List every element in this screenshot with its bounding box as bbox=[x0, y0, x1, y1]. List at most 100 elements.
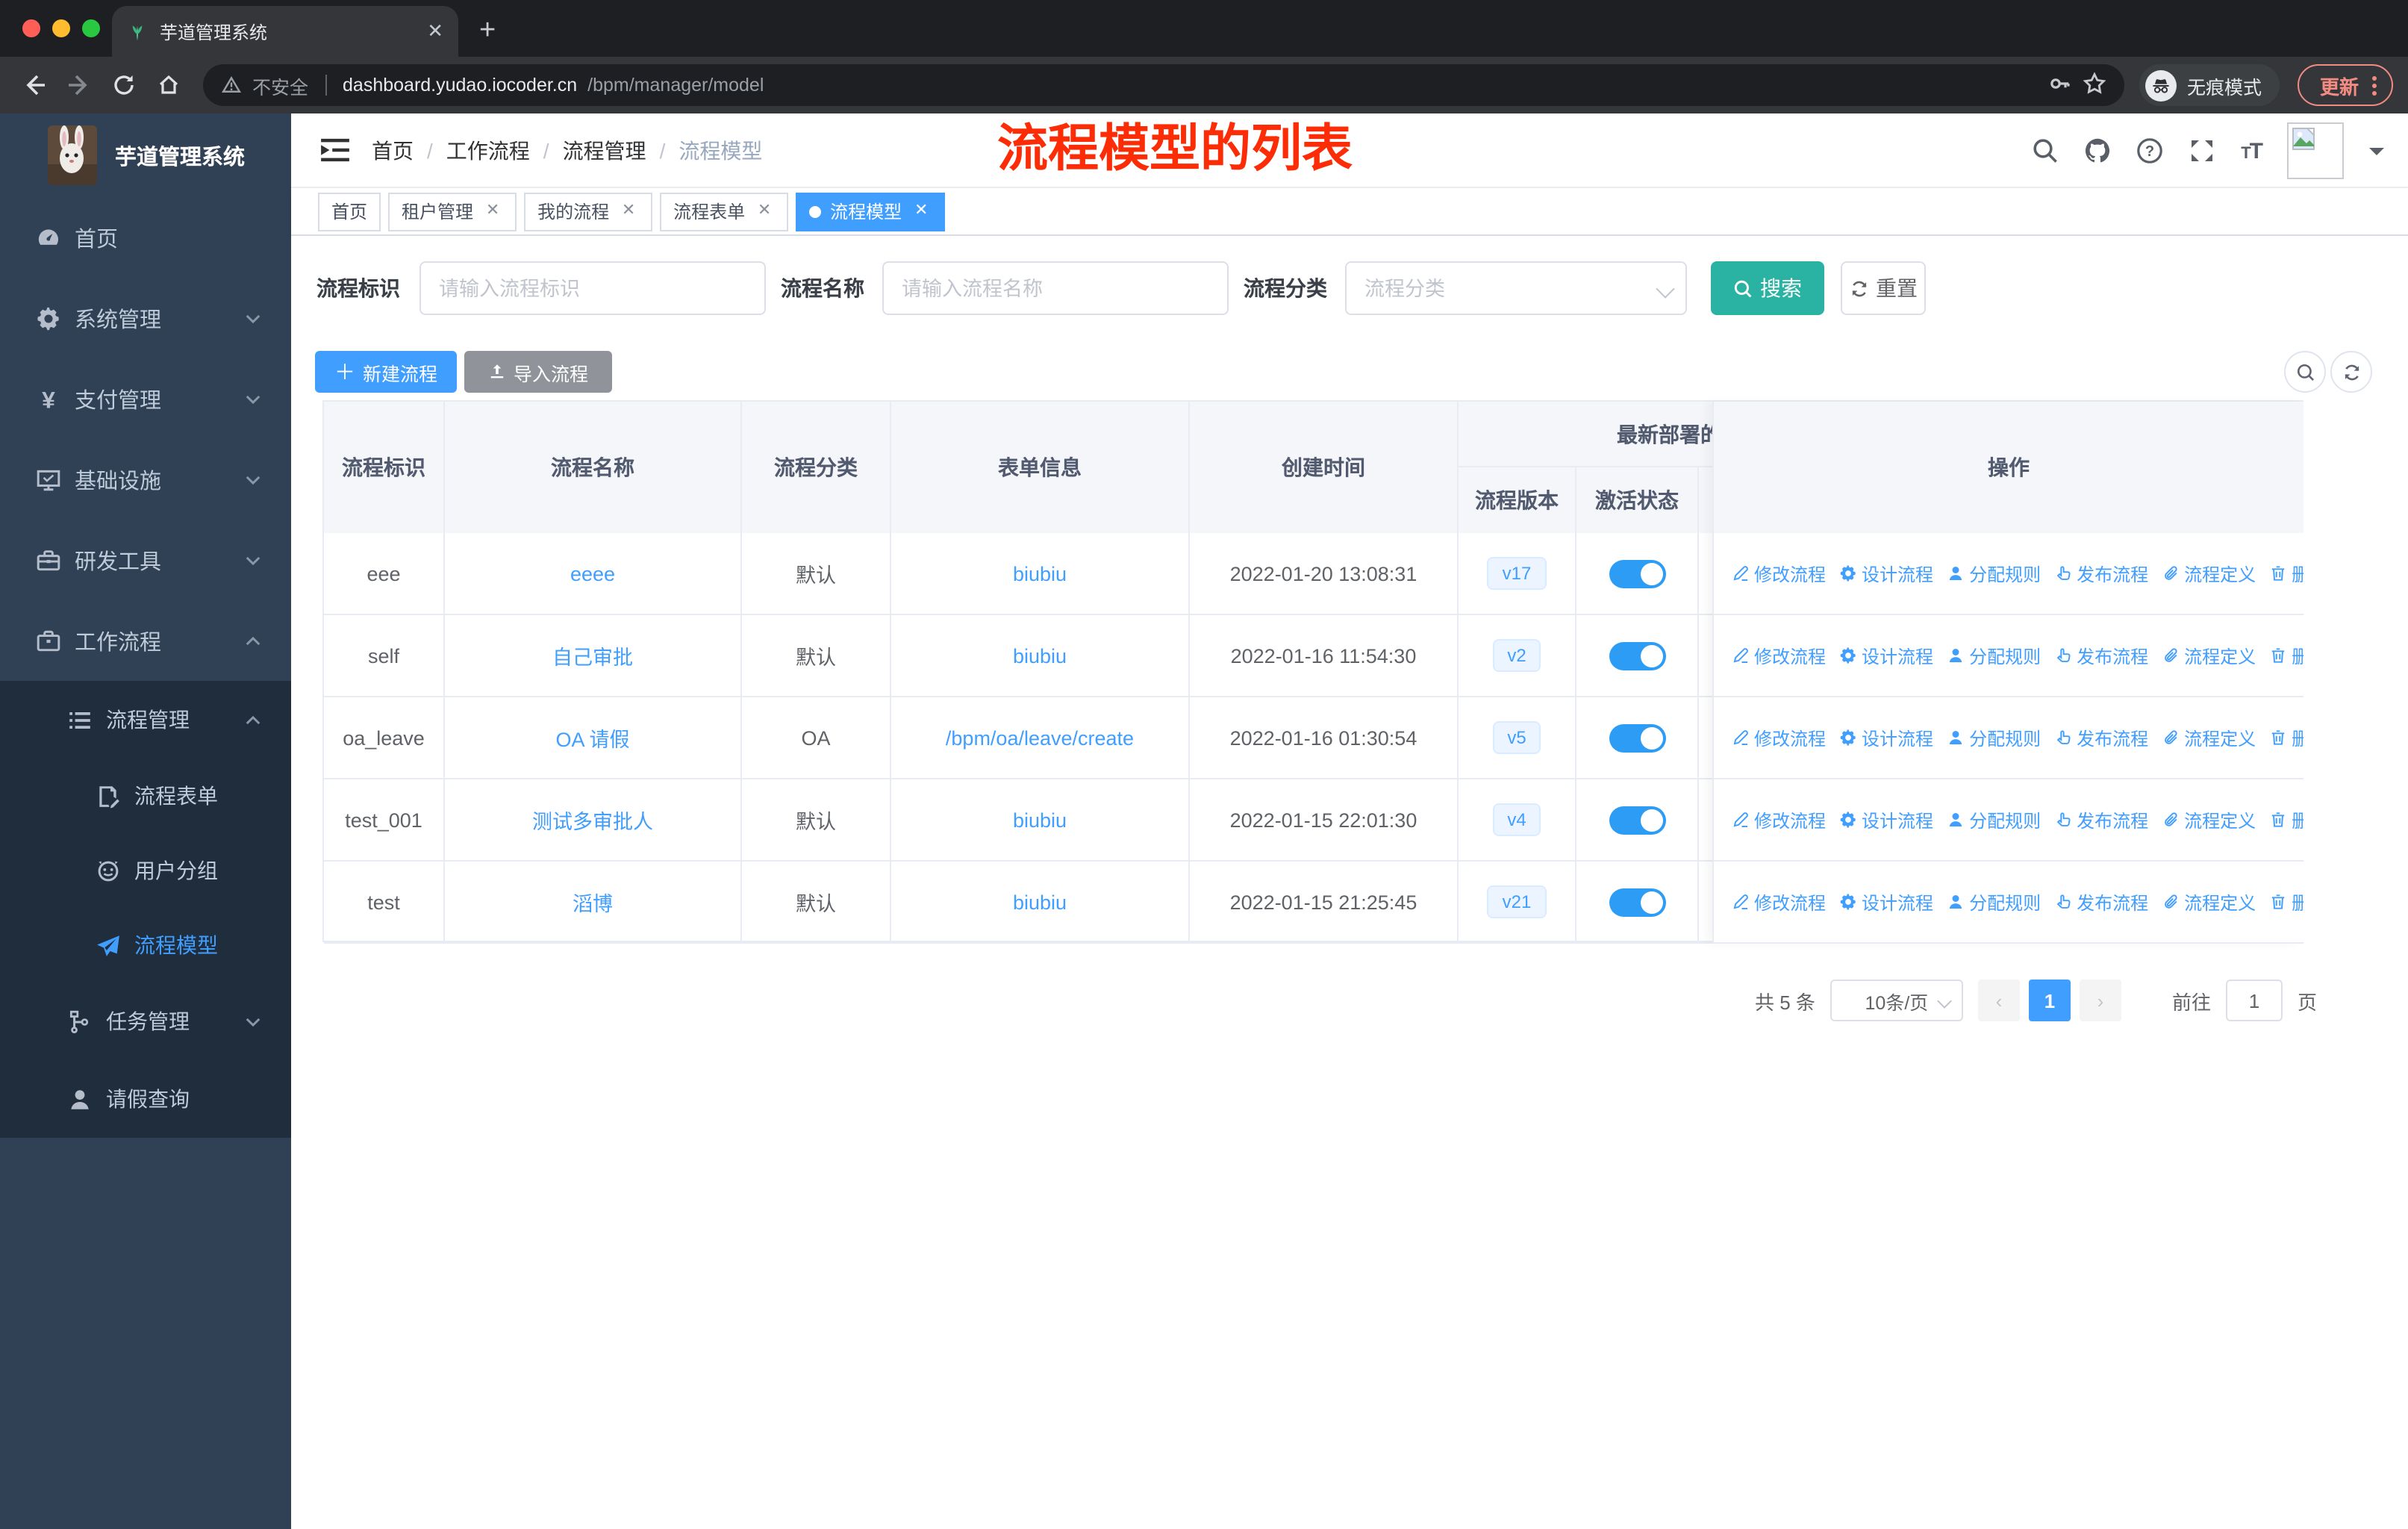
next-page-button[interactable]: › bbox=[2079, 980, 2121, 1021]
help-icon[interactable]: ? bbox=[2136, 137, 2163, 164]
sidebar-item-workflow[interactable]: 工作流程 bbox=[0, 600, 291, 681]
action-edit-link[interactable]: 修改流程 bbox=[1732, 643, 1826, 668]
sidebar-item-payment[interactable]: ¥ 支付管理 bbox=[0, 358, 291, 439]
action-edit-link[interactable]: 修改流程 bbox=[1732, 889, 1826, 915]
action-assign-link[interactable]: 分配规则 bbox=[1947, 561, 2041, 586]
sidebar-item-process-manage[interactable]: 流程管理 bbox=[0, 681, 291, 759]
process-name-link[interactable]: 自己审批 bbox=[552, 641, 633, 670]
action-definition-link[interactable]: 流程定义 bbox=[2162, 643, 2256, 668]
goto-page-input[interactable] bbox=[2225, 980, 2283, 1021]
action-delete-link[interactable]: 删除 bbox=[2269, 643, 2303, 668]
github-icon[interactable] bbox=[2084, 137, 2111, 164]
close-window-button[interactable] bbox=[22, 19, 40, 37]
back-icon[interactable] bbox=[15, 66, 54, 105]
action-design-link[interactable]: 设计流程 bbox=[1839, 643, 1933, 668]
action-assign-link[interactable]: 分配规则 bbox=[1947, 889, 2041, 915]
action-design-link[interactable]: 设计流程 bbox=[1839, 725, 1933, 750]
reload-icon[interactable] bbox=[105, 66, 143, 105]
action-definition-link[interactable]: 流程定义 bbox=[2162, 561, 2256, 586]
action-delete-link[interactable]: 删除 bbox=[2269, 807, 2303, 832]
form-link[interactable]: biubiu bbox=[1013, 809, 1067, 831]
url-bar[interactable]: 不安全 dashboard.yudao.iocoder.cn/bpm/manag… bbox=[203, 64, 2124, 106]
version-badge[interactable]: v2 bbox=[1492, 639, 1541, 672]
bookmark-star-icon[interactable] bbox=[2083, 71, 2106, 99]
action-definition-link[interactable]: 流程定义 bbox=[2162, 807, 2256, 832]
tab-close-icon[interactable]: ✕ bbox=[427, 19, 443, 43]
action-publish-link[interactable]: 发布流程 bbox=[2054, 725, 2148, 750]
breadcrumb-item[interactable]: 流程管理 bbox=[563, 135, 646, 165]
home-icon[interactable] bbox=[149, 66, 188, 105]
page-size-select[interactable]: 10条/页 bbox=[1830, 980, 1963, 1021]
action-publish-link[interactable]: 发布流程 bbox=[2054, 807, 2148, 832]
action-assign-link[interactable]: 分配规则 bbox=[1947, 807, 2041, 832]
process-name-link[interactable]: eeee bbox=[570, 562, 615, 585]
new-tab-button[interactable]: + bbox=[479, 15, 496, 48]
breadcrumb-item[interactable]: 工作流程 bbox=[446, 135, 530, 165]
browser-menu-icon[interactable] bbox=[2372, 75, 2377, 95]
action-edit-link[interactable]: 修改流程 bbox=[1732, 725, 1826, 750]
action-publish-link[interactable]: 发布流程 bbox=[2054, 643, 2148, 668]
user-avatar[interactable] bbox=[2287, 122, 2344, 179]
version-badge[interactable]: v4 bbox=[1492, 803, 1541, 836]
version-badge[interactable]: v5 bbox=[1492, 721, 1541, 754]
action-edit-link[interactable]: 修改流程 bbox=[1732, 561, 1826, 586]
form-link[interactable]: biubiu bbox=[1013, 891, 1067, 913]
caret-down-icon[interactable] bbox=[2369, 147, 2384, 162]
sidebar-item-devtools[interactable]: 研发工具 bbox=[0, 520, 291, 600]
action-design-link[interactable]: 设计流程 bbox=[1839, 807, 1933, 832]
sidebar-item-home[interactable]: 首页 bbox=[0, 197, 291, 278]
search-button[interactable]: 搜索 bbox=[1711, 261, 1824, 315]
reset-button[interactable]: 重置 bbox=[1841, 261, 1926, 315]
browser-tab[interactable]: 芋道管理系统 ✕ bbox=[112, 6, 458, 57]
action-definition-link[interactable]: 流程定义 bbox=[2162, 889, 2256, 915]
page-1-button[interactable]: 1 bbox=[2028, 980, 2071, 1021]
refresh-table-button[interactable] bbox=[2330, 351, 2372, 393]
active-toggle[interactable] bbox=[1609, 641, 1665, 670]
font-size-icon[interactable]: TT bbox=[2241, 138, 2263, 164]
sidebar-item-leave-query[interactable]: 请假查询 bbox=[0, 1060, 291, 1138]
search-icon[interactable] bbox=[2032, 137, 2059, 164]
action-edit-link[interactable]: 修改流程 bbox=[1732, 807, 1826, 832]
create-process-button[interactable]: ＋ 新建流程 bbox=[315, 351, 457, 393]
minimize-window-button[interactable] bbox=[52, 19, 70, 37]
process-name-link[interactable]: OA 请假 bbox=[555, 723, 629, 753]
action-assign-link[interactable]: 分配规则 bbox=[1947, 725, 2041, 750]
key-icon[interactable] bbox=[2048, 71, 2072, 99]
active-toggle[interactable] bbox=[1609, 806, 1665, 834]
active-toggle[interactable] bbox=[1609, 888, 1665, 916]
process-name-link[interactable]: 测试多审批人 bbox=[532, 805, 653, 835]
process-key-input[interactable] bbox=[419, 261, 766, 315]
zoom-window-button[interactable] bbox=[82, 19, 100, 37]
sidebar-item-process-model[interactable]: 流程模型 bbox=[0, 908, 291, 983]
action-assign-link[interactable]: 分配规则 bbox=[1947, 643, 2041, 668]
action-publish-link[interactable]: 发布流程 bbox=[2054, 561, 2148, 586]
tag-流程表单[interactable]: 流程表单 ✕ bbox=[660, 192, 789, 231]
form-link[interactable]: /bpm/oa/leave/create bbox=[946, 726, 1134, 749]
tag-close-icon[interactable]: ✕ bbox=[482, 201, 503, 222]
sidebar-item-system[interactable]: 系统管理 bbox=[0, 278, 291, 358]
tag-我的流程[interactable]: 我的流程 ✕ bbox=[524, 192, 653, 231]
active-toggle[interactable] bbox=[1609, 723, 1665, 752]
action-delete-link[interactable]: 删除 bbox=[2269, 561, 2303, 586]
import-process-button[interactable]: 导入流程 bbox=[464, 351, 612, 393]
browser-update-button[interactable]: 更新 bbox=[2297, 64, 2393, 106]
tag-首页[interactable]: 首页 bbox=[318, 192, 381, 231]
fullscreen-icon[interactable] bbox=[2189, 137, 2215, 164]
forward-icon[interactable] bbox=[60, 66, 99, 105]
show-search-button[interactable] bbox=[2284, 351, 2326, 393]
tag-流程模型[interactable]: 流程模型 ✕ bbox=[796, 192, 946, 231]
tag-close-icon[interactable]: ✕ bbox=[911, 201, 932, 222]
action-design-link[interactable]: 设计流程 bbox=[1839, 889, 1933, 915]
form-link[interactable]: biubiu bbox=[1013, 562, 1067, 585]
breadcrumb-item[interactable]: 首页 bbox=[372, 135, 414, 165]
version-badge[interactable]: v17 bbox=[1487, 557, 1547, 590]
active-toggle[interactable] bbox=[1609, 559, 1665, 588]
action-publish-link[interactable]: 发布流程 bbox=[2054, 889, 2148, 915]
version-badge[interactable]: v21 bbox=[1487, 885, 1547, 918]
form-link[interactable]: biubiu bbox=[1013, 644, 1067, 667]
sidebar-item-process-form[interactable]: 流程表单 bbox=[0, 759, 291, 833]
tag-close-icon[interactable]: ✕ bbox=[618, 201, 639, 222]
collapse-sidebar-icon[interactable] bbox=[309, 137, 360, 163]
action-design-link[interactable]: 设计流程 bbox=[1839, 561, 1933, 586]
action-delete-link[interactable]: 删除 bbox=[2269, 889, 2303, 915]
